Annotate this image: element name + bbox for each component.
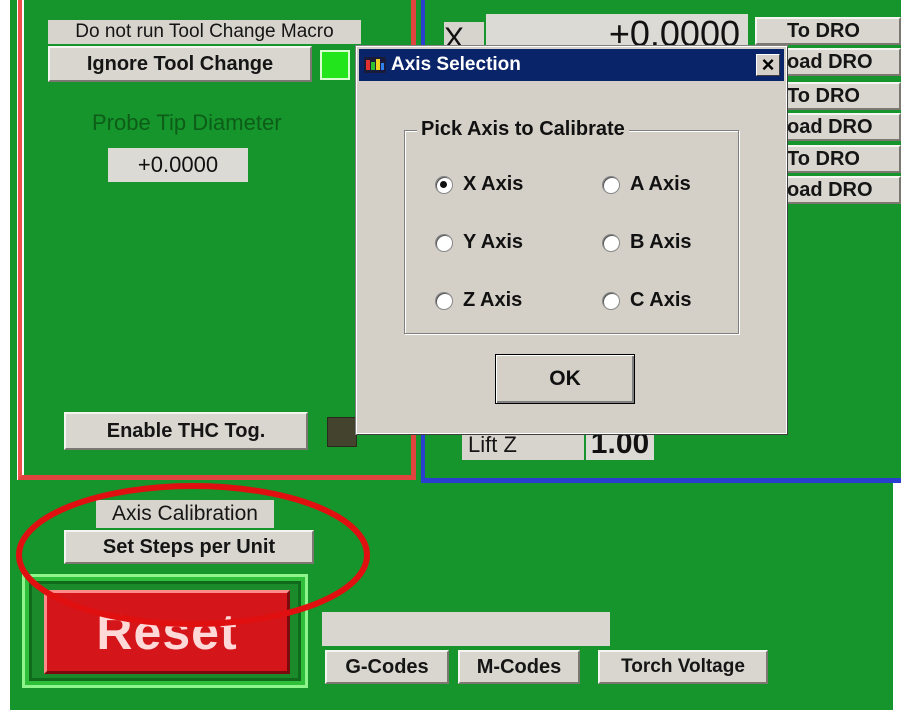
axis-selection-dialog: Axis Selection × Pick Axis to Calibrate …: [356, 46, 787, 434]
radio-a-axis[interactable]: A Axis: [602, 173, 691, 196]
close-button[interactable]: ×: [756, 54, 780, 76]
radio-c-axis[interactable]: C Axis: [602, 289, 692, 312]
radio-label: X Axis: [463, 173, 524, 195]
radio-x-axis[interactable]: X Axis: [435, 173, 523, 196]
app-icon: [364, 57, 386, 73]
radio-indicator: [602, 291, 620, 310]
radio-label: B Axis: [630, 231, 692, 253]
radio-label: C Axis: [630, 289, 692, 311]
radio-indicator: [435, 233, 453, 252]
radio-z-axis[interactable]: Z Axis: [435, 289, 522, 312]
radio-indicator-selected: [435, 175, 453, 194]
radio-indicator: [602, 233, 620, 252]
close-icon: ×: [761, 52, 775, 77]
radio-label: Y Axis: [463, 231, 524, 253]
radio-indicator: [435, 291, 453, 310]
radio-label: Z Axis: [463, 289, 523, 311]
radio-y-axis[interactable]: Y Axis: [435, 231, 523, 254]
axis-group-label: Pick Axis to Calibrate: [417, 115, 629, 143]
dialog-title: Axis Selection: [391, 54, 521, 75]
dialog-title-bar[interactable]: Axis Selection ×: [359, 49, 784, 81]
ok-button[interactable]: OK: [495, 354, 635, 404]
radio-b-axis[interactable]: B Axis: [602, 231, 692, 254]
radio-indicator: [602, 175, 620, 194]
radio-label: A Axis: [630, 173, 691, 195]
